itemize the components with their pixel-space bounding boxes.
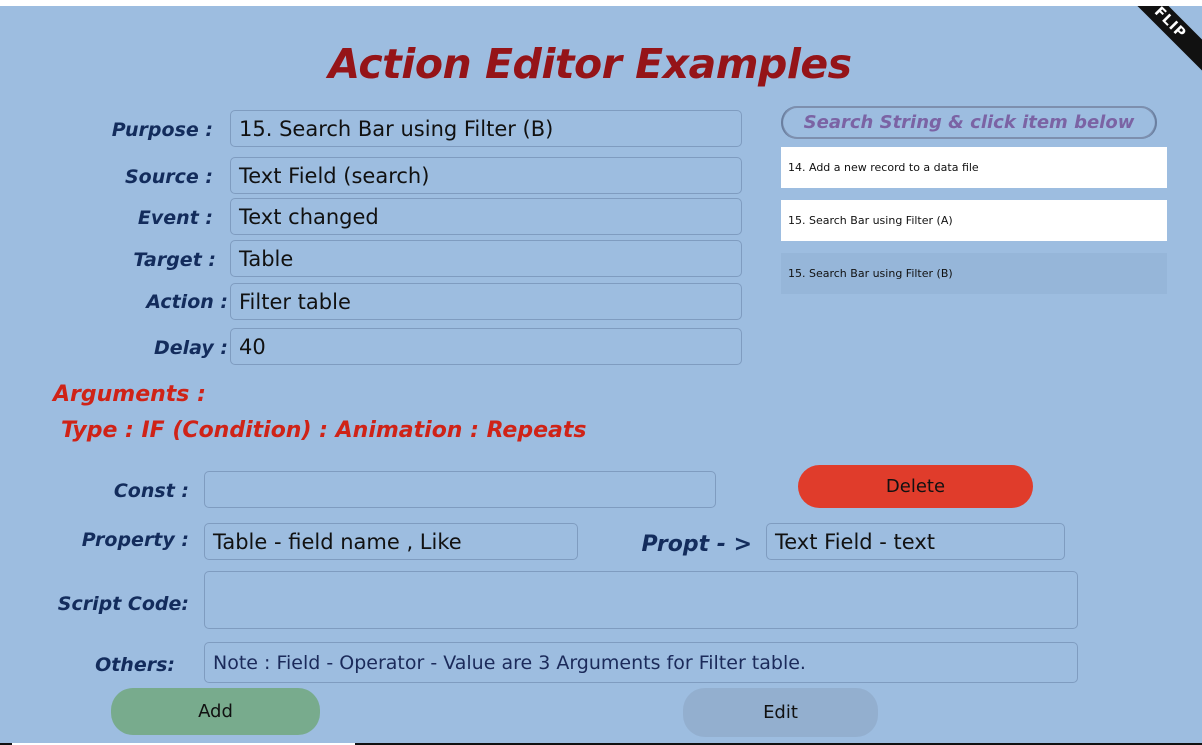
arguments-types: Type : IF (Condition) : Animation : Repe… (61, 418, 587, 443)
delay-field[interactable]: 40 (230, 328, 742, 365)
list-item-selected[interactable]: 15. Search Bar using Filter (B) (781, 253, 1167, 294)
event-label: Event : (137, 207, 213, 229)
edit-button[interactable]: Edit (683, 688, 878, 737)
action-editor-window: Action Editor Examples FLIP Purpose : 15… (0, 6, 1202, 743)
target-field[interactable]: Table (230, 240, 742, 277)
const-field[interactable] (204, 471, 716, 508)
source-label: Source : (125, 166, 213, 188)
list-item[interactable]: 14. Add a new record to a data file (781, 147, 1167, 188)
script-code-label: Script Code: (57, 593, 189, 615)
target-label: Target : (133, 249, 216, 271)
page-title: Action Editor Examples (328, 40, 852, 88)
purpose-label: Purpose : (111, 119, 213, 141)
action-field[interactable]: Filter table (230, 283, 742, 320)
event-field[interactable]: Text changed (230, 198, 742, 235)
arguments-heading: Arguments : (53, 382, 206, 407)
propt-field[interactable]: Text Field - text (766, 523, 1065, 560)
others-field[interactable]: Note : Field - Operator - Value are 3 Ar… (204, 642, 1078, 683)
purpose-field[interactable]: 15. Search Bar using Filter (B) (230, 110, 742, 147)
others-label: Others: (95, 654, 175, 676)
search-input[interactable]: Search String & click item below (781, 106, 1157, 139)
property-field[interactable]: Table - field name , Like (204, 523, 578, 560)
script-code-field[interactable] (204, 571, 1078, 629)
list-item[interactable]: 15. Search Bar using Filter (A) (781, 200, 1167, 241)
add-button[interactable]: Add (111, 688, 320, 735)
source-field[interactable]: Text Field (search) (230, 157, 742, 194)
delay-label: Delay : (153, 337, 228, 359)
delete-button[interactable]: Delete (798, 465, 1033, 508)
propt-label: Propt - > (641, 532, 752, 557)
const-label: Const : (113, 480, 189, 502)
action-label: Action : (146, 291, 228, 313)
property-label: Property : (81, 529, 189, 551)
